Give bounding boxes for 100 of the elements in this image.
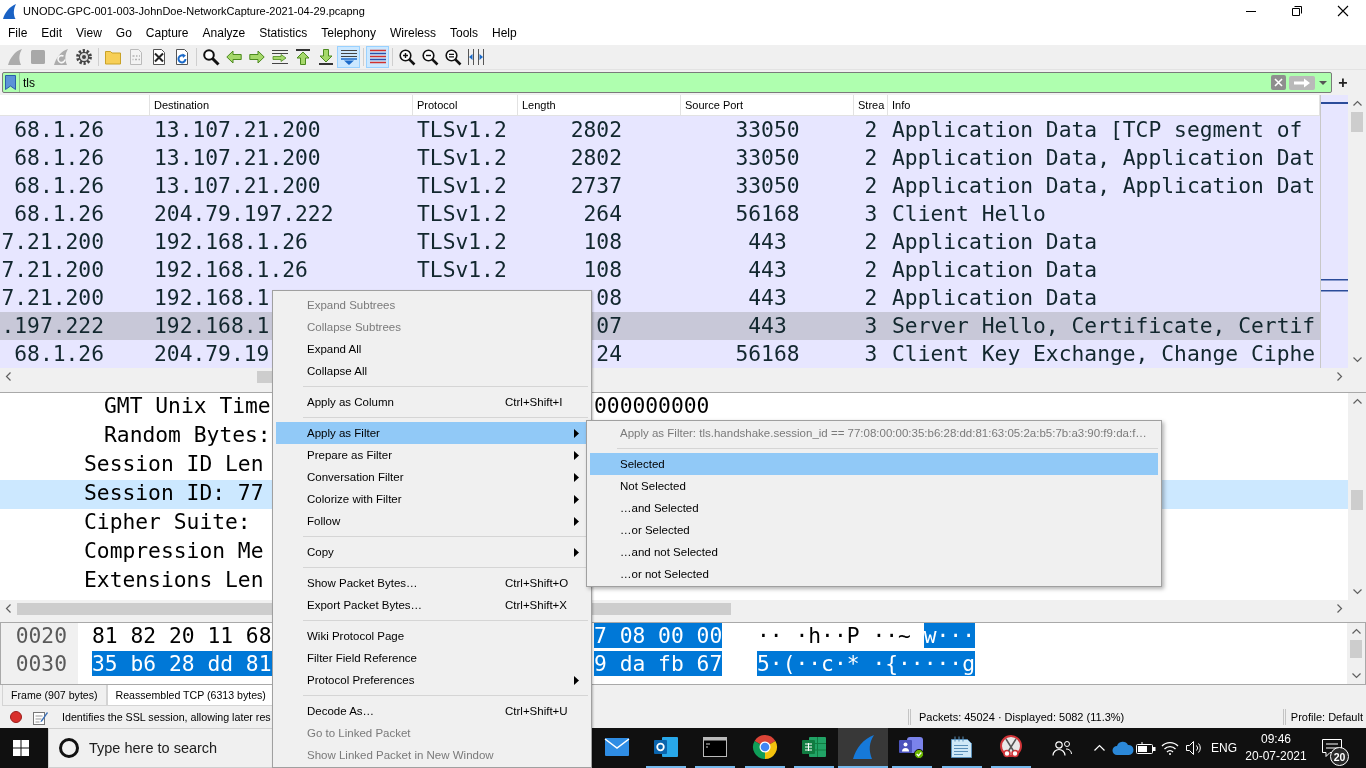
scrollbar-thumb[interactable] — [1351, 490, 1363, 510]
packet-row[interactable]: 68.1.26 13.107.21.200 TLSv1.2 2737 33050 2 Application Data, Application Dat — [0, 172, 1320, 200]
menu-item[interactable]: Show Packet Bytes… Ctrl+Shift+O — [276, 572, 588, 594]
chevron-down-icon[interactable] — [1352, 357, 1362, 362]
battery-icon[interactable] — [1136, 742, 1156, 754]
bookmark-icon[interactable] — [5, 75, 16, 90]
menu-item[interactable]: Wiki Protocol Page — [276, 625, 588, 647]
right-arrow-icon[interactable] — [248, 49, 265, 65]
menu-item[interactable]: Prepare as Filter — [276, 444, 588, 466]
packet-row[interactable]: 68.1.26 204.79.197.222 TLSv1.2 264 56168 3 Client Hello — [0, 200, 1320, 228]
zoom-out-icon[interactable] — [421, 49, 438, 65]
taskbar-app-button[interactable] — [838, 728, 888, 768]
left-arrow-icon[interactable] — [225, 49, 242, 65]
tree-item[interactable]: Random Bytes: — [104, 422, 271, 451]
menu-item[interactable]: …and not Selected — [590, 541, 1158, 563]
note-pencil-icon[interactable] — [33, 709, 48, 725]
clear-icon[interactable] — [1271, 75, 1286, 90]
chevron-right-icon[interactable] — [1337, 604, 1342, 613]
add-filter-button[interactable]: + — [1337, 72, 1349, 93]
menu-item[interactable]: Help — [485, 23, 524, 44]
windows-logo-icon[interactable] — [13, 740, 29, 756]
gear-icon[interactable] — [75, 49, 92, 65]
minimize-icon[interactable] — [1246, 10, 1256, 12]
search-icon[interactable] — [202, 49, 219, 65]
menu-item[interactable]: Protocol Preferences — [276, 669, 588, 691]
menu-item[interactable]: Wireless — [383, 23, 443, 44]
menu-item[interactable]: Edit — [34, 23, 70, 44]
tricolor-circle-icon[interactable] — [752, 735, 777, 759]
people-tile-icon[interactable] — [899, 735, 926, 759]
clock-date[interactable]: 20-07-2021 — [1245, 748, 1307, 765]
close-icon[interactable] — [1338, 6, 1348, 16]
column-header[interactable]: Destination — [150, 95, 413, 115]
menu-item[interactable]: File — [1, 23, 35, 44]
menu-item[interactable]: Conversation Filter — [276, 466, 588, 488]
chevron-down-icon[interactable] — [1351, 673, 1361, 678]
packet-row[interactable]: 7.21.200 192.168.1.26 TLSv1.2 108 443 2 Application Data — [0, 256, 1320, 284]
tree-item[interactable]: 000000000 — [594, 393, 710, 422]
chevron-right-icon[interactable] — [1337, 372, 1342, 381]
menu-item[interactable]: Not Selected — [590, 475, 1158, 497]
menu-item[interactable]: Expand All — [276, 338, 588, 360]
chevron-down-icon[interactable] — [1352, 589, 1362, 594]
menu-item[interactable]: Copy — [276, 541, 588, 563]
down-arrow-icon[interactable] — [317, 49, 334, 65]
resize-columns-icon[interactable] — [467, 49, 484, 65]
menu-item[interactable]: Telephony — [314, 23, 383, 44]
display-filter-field[interactable]: tls — [2, 72, 1332, 93]
chevron-left-icon[interactable] — [6, 372, 11, 381]
packet-row[interactable]: 68.1.26 13.107.21.200 TLSv1.2 2802 33050 2 Application Data, Application Dat — [0, 144, 1320, 172]
spreadsheet-icon[interactable] — [801, 736, 826, 758]
menu-item[interactable]: Analyze — [195, 23, 253, 44]
wifi-icon[interactable] — [1161, 741, 1179, 755]
tab[interactable]: Reassembled TCP (6313 bytes) — [106, 685, 275, 706]
menu-item[interactable]: Statistics — [252, 23, 315, 44]
column-header[interactable]: Length — [518, 95, 681, 115]
menu-item[interactable]: Apply as Column Ctrl+Shift+I — [276, 391, 588, 413]
menu-item[interactable]: Follow — [276, 510, 588, 532]
jump-lines-icon[interactable] — [271, 49, 288, 65]
envelope-icon[interactable] — [604, 738, 629, 756]
packet-row[interactable]: 7.21.200 192.168.1.26 TLSv1.2 108 443 2 Application Data — [0, 228, 1320, 256]
column-header[interactable]: Source Port — [681, 95, 854, 115]
scrollbar-thumb[interactable] — [1350, 640, 1362, 658]
menu-item[interactable]: Capture — [138, 23, 196, 44]
clock-time[interactable]: 09:46 — [1261, 731, 1291, 748]
chevron-left-icon[interactable] — [6, 604, 11, 613]
speaker-icon[interactable] — [1186, 741, 1202, 755]
menu-item[interactable]: Export Packet Bytes… Ctrl+Shift+X — [276, 594, 588, 616]
caret-down-icon[interactable] — [1319, 80, 1327, 85]
menu-item[interactable]: Selected — [590, 453, 1158, 475]
tree-item[interactable]: GMT Unix Time — [104, 393, 271, 422]
column-header[interactable]: Info — [888, 95, 1320, 115]
people-icon[interactable] — [1052, 740, 1072, 756]
menu-item[interactable]: View — [69, 23, 109, 44]
cloud-icon[interactable] — [1112, 741, 1134, 755]
scrollbar-thumb[interactable] — [1351, 112, 1363, 132]
language-indicator[interactable]: ENG — [1211, 741, 1237, 755]
document-x-icon[interactable] — [150, 49, 167, 65]
menu-item[interactable]: Decode As… Ctrl+Shift+U — [276, 700, 588, 722]
menu-item[interactable]: Apply as Filter — [276, 422, 588, 444]
filter-text-input[interactable]: tls — [23, 73, 1271, 92]
zoom-reset-icon[interactable] — [444, 49, 461, 65]
ring-tile-icon[interactable] — [653, 736, 678, 758]
ring-icon[interactable] — [59, 738, 79, 758]
menu-item[interactable]: …or Selected — [590, 519, 1158, 541]
menu-item[interactable]: Colorize with Filter — [276, 488, 588, 510]
notepad-icon[interactable] — [950, 736, 973, 758]
column-header[interactable]: Protocol — [413, 95, 518, 115]
status-dot-icon[interactable] — [10, 711, 22, 723]
menu-item[interactable]: Filter Field Reference — [276, 647, 588, 669]
profile-label[interactable]: Profile: Default — [1290, 711, 1363, 723]
terminal-icon[interactable] — [703, 737, 728, 757]
tree-item[interactable]: Compression Me — [84, 538, 264, 567]
zoom-in-icon[interactable] — [398, 49, 415, 65]
packet-row[interactable]: 68.1.26 13.107.21.200 TLSv1.2 2802 33050 2 Application Data [TCP segment of — [0, 116, 1320, 144]
menu-item[interactable]: Go — [108, 23, 139, 44]
tree-item[interactable]: Session ID Len — [84, 451, 264, 480]
menu-item[interactable]: Tools — [443, 23, 485, 44]
column-header[interactable]: Strea — [854, 95, 888, 115]
tree-item[interactable]: Extensions Len — [84, 567, 264, 596]
menu-item[interactable]: …or not Selected — [590, 563, 1158, 585]
scissors-icon[interactable] — [999, 735, 1023, 759]
